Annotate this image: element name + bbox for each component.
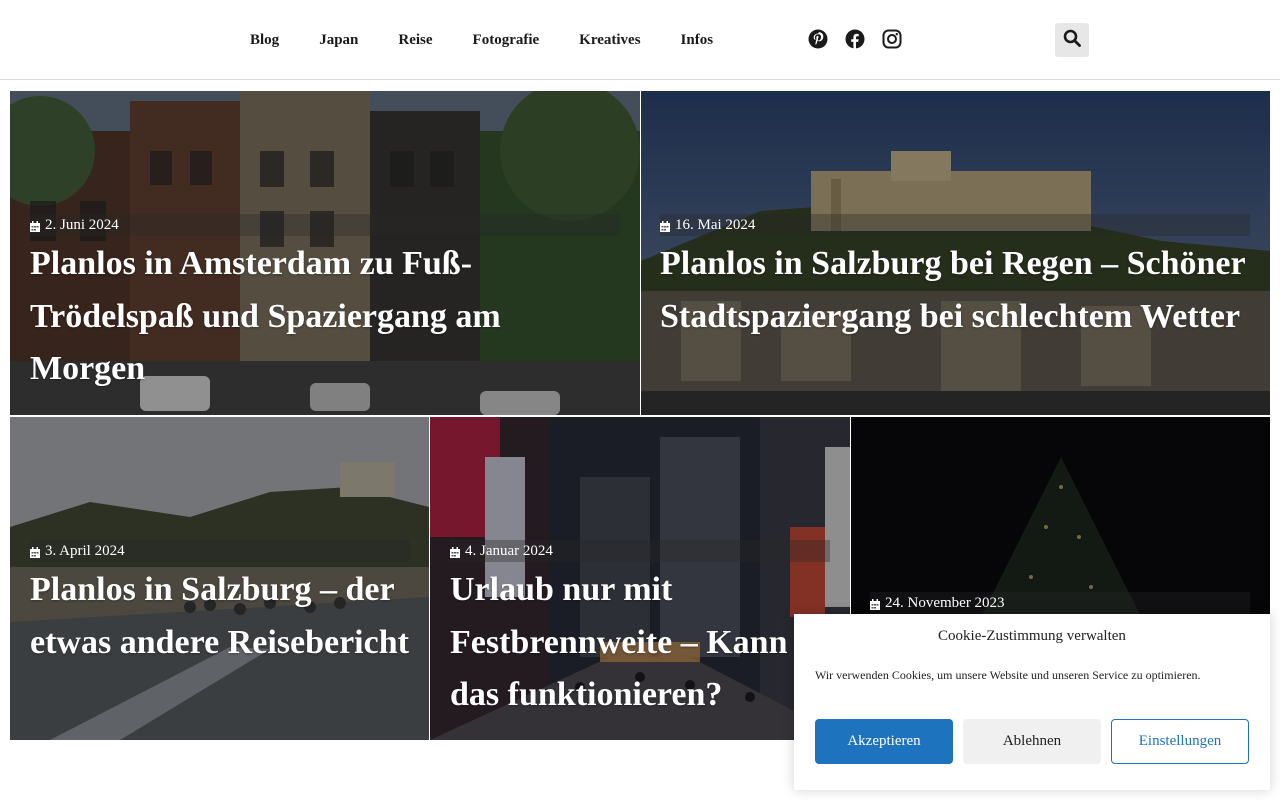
instagram-icon[interactable] [882, 28, 902, 50]
settings-button[interactable]: Einstellungen [1111, 719, 1249, 764]
search-button[interactable] [1055, 23, 1089, 57]
nav-item-infos[interactable]: Infos [681, 28, 714, 52]
post-title[interactable]: Planlos in Salzburg – der etwas andere R… [30, 564, 420, 669]
post-date: 24. November 2023 [870, 595, 1005, 612]
cookie-banner: Cookie-Zustimmung verwalten Wir verwende… [794, 614, 1270, 790]
post-date: 4. Januar 2024 [450, 543, 553, 560]
post-date: 3. April 2024 [30, 543, 125, 560]
calendar-icon [660, 220, 670, 232]
calendar-icon [450, 546, 460, 558]
date-bar: 3. April 2024 [30, 540, 410, 562]
site-header: Blog Japan Reise Fotografie Kreatives In… [0, 0, 1280, 80]
calendar-icon [30, 546, 40, 558]
date-bar: 24. November 2023 [870, 592, 1250, 614]
nav-item-kreatives[interactable]: Kreatives [579, 28, 640, 52]
cookie-title: Cookie-Zustimmung verwalten [938, 628, 1126, 644]
post-date: 2. Juni 2024 [30, 217, 119, 234]
post-date-text: 4. Januar 2024 [465, 542, 553, 559]
facebook-icon[interactable] [845, 28, 865, 50]
post-date-text: 2. Juni 2024 [45, 216, 119, 233]
post-date-text: 16. Mai 2024 [675, 216, 756, 233]
pinterest-icon[interactable] [808, 28, 828, 50]
nav-item-fotografie[interactable]: Fotografie [473, 28, 540, 52]
post-date: 16. Mai 2024 [660, 217, 755, 234]
accept-button[interactable]: Akzeptieren [815, 719, 953, 764]
calendar-icon [870, 598, 880, 610]
social-links [808, 28, 902, 50]
post-date-text: 24. November 2023 [885, 594, 1005, 611]
search-icon [1063, 29, 1081, 52]
date-bar: 2. Juni 2024 [30, 214, 620, 236]
nav-item-reise[interactable]: Reise [398, 28, 432, 52]
post-card[interactable]: 3. April 2024 Planlos in Salzburg – der … [10, 417, 429, 740]
nav-item-blog[interactable]: Blog [250, 28, 279, 52]
post-card[interactable]: 4. Januar 2024 Urlaub nur mit Festbrennw… [430, 417, 850, 740]
date-bar: 16. Mai 2024 [660, 214, 1250, 236]
post-title[interactable]: Urlaub nur mit Festbrennweite – Kann das… [450, 564, 845, 722]
nav-item-japan[interactable]: Japan [319, 28, 358, 52]
cookie-text: Wir verwenden Cookies, um unsere Website… [815, 668, 1201, 682]
post-card[interactable]: 2. Juni 2024 Planlos in Amsterdam zu Fuß… [10, 91, 640, 415]
post-title[interactable]: Planlos in Salzburg bei Regen – Schöner … [660, 238, 1250, 343]
post-card[interactable]: 16. Mai 2024 Planlos in Salzburg bei Reg… [641, 91, 1270, 415]
date-bar: 4. Januar 2024 [450, 540, 830, 562]
main-nav: Blog Japan Reise Fotografie Kreatives In… [250, 28, 753, 52]
calendar-icon [30, 220, 40, 232]
post-title[interactable]: Planlos in Amsterdam zu Fuß- Trödelspaß … [30, 238, 610, 396]
deny-button[interactable]: Ablehnen [963, 719, 1101, 764]
post-date-text: 3. April 2024 [45, 542, 125, 559]
